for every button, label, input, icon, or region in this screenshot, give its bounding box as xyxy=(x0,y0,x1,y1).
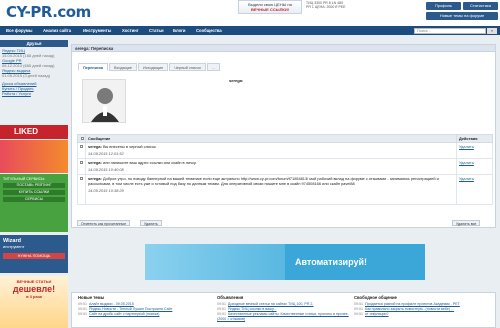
list-item[interactable]: 09:51 Качественные рекламы сайты. Качеств… xyxy=(217,312,352,322)
message-text: Вы внесены в черный список xyxy=(102,144,156,149)
messages-table: Сообщение Действия serega: Вы внесены в … xyxy=(77,134,493,205)
nav-site-analysis[interactable]: Анализ сайта xyxy=(43,26,71,35)
eternal-articles-ad[interactable]: ВЕЧНЫЕ СТАТЬИ дешевле! в 3 раза xyxy=(0,276,68,328)
site-logo[interactable]: CY-PR.com xyxy=(6,3,91,21)
banner-illustration xyxy=(145,244,285,280)
col-action: Действия xyxy=(456,134,493,143)
main-nav: Все форумы Анализ сайта Инструменты Хост… xyxy=(0,26,500,35)
delete-link[interactable]: Удалить xyxy=(459,176,474,181)
wizard-ad[interactable]: Wizard инструмент НУЖНА ПОМОЩЬ xyxy=(0,235,68,273)
page-title: serega: Переписка xyxy=(72,45,495,52)
sidebar-title: Друзья xyxy=(0,40,68,47)
announcements-block: Объявления 09:51 Доходные вечный статьи н… xyxy=(217,295,352,322)
promo-face-banner[interactable] xyxy=(0,140,68,173)
green-ad-item[interactable]: КУПИТЬ ССЫЛКИ xyxy=(3,190,65,195)
top-right-buttons: Профиль Статистика Новые темы на форуме xyxy=(426,2,498,22)
sidebar-user-time: 01.05.2015 (3 дней назад) xyxy=(2,73,51,78)
liked-banner[interactable]: LIKED xyxy=(0,125,68,139)
tab-blacklist[interactable]: Черный список xyxy=(169,63,206,71)
profile-username: serega: xyxy=(229,78,244,83)
tab-conversation[interactable]: Переписка xyxy=(78,63,109,71)
new-topics-button[interactable]: Новые темы на форуме xyxy=(426,12,498,20)
nav-communities[interactable]: Сообщества xyxy=(196,26,222,35)
message-from[interactable]: serega: xyxy=(88,144,102,149)
search-button[interactable]: » xyxy=(487,27,497,34)
bottom-blocks: Новые темы 09:51 Алайт выдачи - 09.05.201… xyxy=(71,292,496,328)
row-checkbox[interactable] xyxy=(80,177,83,180)
new-topics-block: Новые темы 09:51 Алайт выдачи - 09.05.201… xyxy=(78,295,213,317)
delete-all-button[interactable]: Удалить все xyxy=(452,220,481,226)
message-date: 14.09.2015 12:01:52 xyxy=(88,151,124,156)
message-text: Доброе утро. по поводу баннерной на ваше… xyxy=(88,176,439,186)
table-row: serega: Доброе утро. по поводу баннерной… xyxy=(77,174,493,205)
mark-read-button[interactable]: Отметить как прочитанные xyxy=(77,220,131,226)
green-ad[interactable]: ТИТУЛЬНЫЙ СЕРВИСЫ: ПОСТАВЬ РЕЙТИНГ КУПИТ… xyxy=(0,174,68,232)
search-input[interactable]: Поиск... xyxy=(414,27,486,34)
automate-banner[interactable]: Автоматизируй! xyxy=(145,244,425,280)
user-silhouette-icon xyxy=(91,88,119,122)
message-tabs: Переписка Входящие Исходящие Черный спис… xyxy=(78,63,220,71)
top-header: CY-PR.com Выдели свою ЦЕНЫ на ВЕЧНЫЕ ССЫ… xyxy=(0,0,500,26)
sidebar: Друзья Яндекс ТИЦ 15.04.2015 (168 дней н… xyxy=(0,40,68,97)
promo-banner[interactable]: Выдели свою ЦЕНЫ на ВЕЧНЫЕ ССЫЛКИ! xyxy=(238,0,302,14)
row-checkbox[interactable] xyxy=(80,161,83,164)
delete-link[interactable]: Удалить xyxy=(459,144,474,149)
message-date: 14.09.2015 10:38:29 xyxy=(88,188,124,193)
nav-tools[interactable]: Инструменты xyxy=(83,26,111,35)
nav-articles[interactable]: Статьи xyxy=(149,26,164,35)
select-all-checkbox[interactable] xyxy=(81,137,84,140)
tab-outbox[interactable]: Исходящие xyxy=(138,63,169,71)
nav-blogs[interactable]: Блоги xyxy=(173,26,186,35)
block-title: Новые темы xyxy=(78,295,105,300)
message-from[interactable]: serega: xyxy=(88,160,102,165)
table-row: serega: или напишите ваш адрес ссылки ил… xyxy=(77,158,493,175)
sidebar-user[interactable]: Яндекс ТИЦ 15.04.2015 (168 дней назад) G… xyxy=(0,47,68,97)
messages-panel: serega: Переписка Переписка Входящие Исх… xyxy=(71,44,496,228)
rates-line-2: PR 1 ЦЕНА: 2000 ₽ РЕЕ xyxy=(306,5,346,9)
tab-inbox[interactable]: Входящие xyxy=(109,63,138,71)
list-item[interactable]: 09:51 от инфляции? xyxy=(354,312,489,317)
green-ad-title: ТИТУЛЬНЫЙ СЕРВИСЫ: xyxy=(3,177,46,181)
table-row: serega: Вы внесены в черный список 14.09… xyxy=(77,142,493,159)
delete-link[interactable]: Удалить xyxy=(459,160,474,165)
banner-text: Автоматизируй! xyxy=(295,257,367,267)
tab-more[interactable]: ... xyxy=(206,63,220,71)
list-item[interactable]: 09:51 Сайт на дробь сайт с партнеркой (по… xyxy=(78,312,213,317)
rates-widget[interactable]: ТИЦ 3300 PR 8 LN 480 PR 1 ЦЕНА: 2000 ₽ Р… xyxy=(304,0,420,14)
stats-button[interactable]: Статистика xyxy=(463,2,498,10)
ad-line-2: в 3 раза xyxy=(26,294,42,299)
message-text: или напишите ваш адрес ссылки или скайп … xyxy=(102,160,197,165)
sidebar-link[interactable]: Работа / Услуги xyxy=(2,91,66,96)
row-checkbox[interactable] xyxy=(80,145,83,148)
message-date: 14.09.2015 10:40:08 xyxy=(88,167,124,172)
nav-all-forums[interactable]: Все форумы xyxy=(6,26,32,35)
block-title: Объявления xyxy=(217,295,244,300)
promo-line-2: ВЕЧНЫЕ ССЫЛКИ! xyxy=(250,7,290,12)
ad-line-3: дешевле! xyxy=(12,284,56,294)
block-title: Свободное общение xyxy=(354,295,397,300)
nav-hosting[interactable]: Хостинг xyxy=(122,26,138,35)
wizard-sub: инструмент xyxy=(3,244,25,249)
delete-button[interactable]: Удалить xyxy=(140,220,162,226)
free-talk-block: Свободное общение 09:51 Продается разной … xyxy=(354,295,489,317)
green-ad-item[interactable]: ПОСТАВЬ РЕЙТИНГ xyxy=(3,183,65,188)
avatar xyxy=(82,79,126,123)
col-message: Сообщение xyxy=(85,134,457,143)
green-ad-item[interactable]: СЕРВИСЫ xyxy=(3,197,65,202)
wizard-button[interactable]: НУЖНА ПОМОЩЬ xyxy=(3,253,65,259)
profile-button[interactable]: Профиль xyxy=(426,2,461,10)
